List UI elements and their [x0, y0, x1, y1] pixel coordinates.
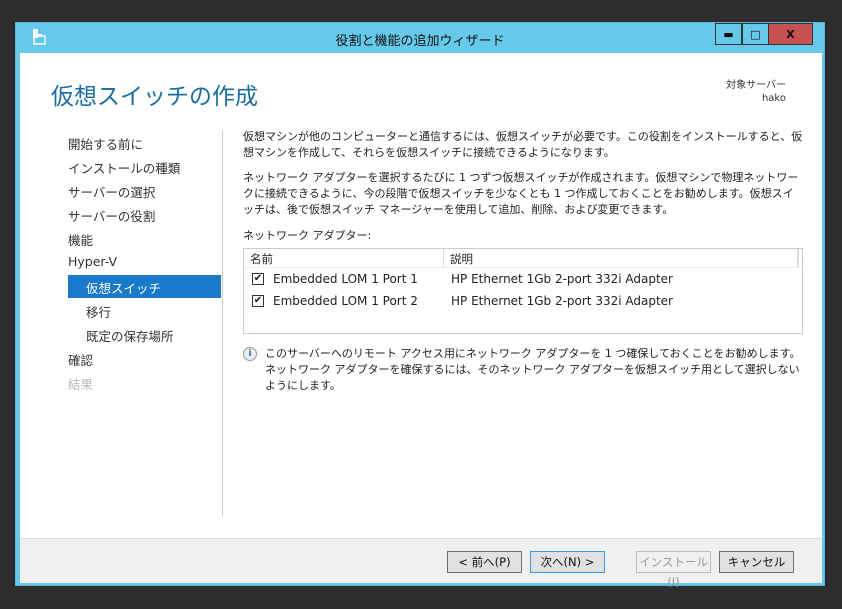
title-bar[interactable]: 役割と機能の追加ウィザード ▬ □ X — [16, 23, 824, 53]
nav-item-before-you-begin[interactable]: 開始する前に — [68, 131, 221, 154]
adapter-checkbox[interactable]: ✔ — [252, 273, 264, 285]
install-button: インストール(I) — [636, 551, 711, 589]
target-server-label: 対象サーバー — [726, 80, 786, 91]
intro-paragraph: 仮想マシンが他のコンピューターと通信するには、仮想スイッチが必要です。この役割を… — [243, 130, 803, 159]
wizard-window: 役割と機能の追加ウィザード ▬ □ X 仮想スイッチの作成 対象サーバー hak… — [15, 22, 825, 589]
column-header-name[interactable]: 名前 — [244, 249, 444, 267]
nav-item-confirmation[interactable]: 確認 — [68, 347, 221, 370]
table-header: 名前 説明 — [244, 249, 802, 268]
wizard-footer: < 前へ(P) 次へ(N) > インストール(I) キャンセル — [20, 538, 822, 589]
info-text: このサーバーへのリモート アクセス用にネットワーク アダプターを 1 つ確保して… — [265, 347, 801, 392]
nav-item-hyper-v[interactable]: Hyper-V — [68, 251, 221, 274]
nav-item-features[interactable]: 機能 — [68, 227, 221, 250]
switch-paragraph: ネットワーク アダプターを選択するたびに 1 つずつ仮想スイッチが作成されます。… — [243, 171, 799, 216]
target-server-name: hako — [761, 93, 786, 104]
nav-divider — [222, 131, 223, 516]
minimize-button[interactable]: ▬ — [715, 23, 742, 45]
adapter-checkbox[interactable]: ✔ — [252, 295, 264, 307]
close-button[interactable]: X — [769, 23, 813, 45]
next-button[interactable]: 次へ(N) > — [530, 551, 605, 573]
nav-item-installation-type[interactable]: インストールの種類 — [68, 155, 221, 178]
adapter-name: Embedded LOM 1 Port 1 — [273, 272, 418, 286]
window-title: 役割と機能の追加ウィザード — [335, 34, 505, 49]
maximize-button[interactable]: □ — [742, 23, 769, 45]
table-row[interactable]: ✔ Embedded LOM 1 Port 2 HP Ethernet 1Gb 2… — [244, 290, 802, 312]
nav-item-server-selection[interactable]: サーバーの選択 — [68, 179, 221, 202]
nav-item-migration[interactable]: 移行 — [68, 299, 221, 322]
nav-item-server-roles[interactable]: サーバーの役割 — [68, 203, 221, 226]
adapter-name: Embedded LOM 1 Port 2 — [273, 294, 418, 308]
info-note: i このサーバーへのリモート アクセス用にネットワーク アダプターを 1 つ確保… — [243, 346, 803, 394]
adapters-table: 名前 説明 ✔ Embedded LOM 1 Port 1 HP Ethernet… — [243, 248, 803, 334]
previous-button[interactable]: < 前へ(P) — [447, 551, 522, 573]
target-server: 対象サーバー hako — [726, 79, 786, 105]
table-row[interactable]: ✔ Embedded LOM 1 Port 1 HP Ethernet 1Gb 2… — [244, 268, 802, 290]
nav-item-virtual-switches[interactable]: 仮想スイッチ — [68, 275, 221, 298]
nav-item-default-stores[interactable]: 既定の保存場所 — [68, 323, 221, 346]
page-title: 仮想スイッチの作成 — [51, 84, 258, 110]
adapter-description: HP Ethernet 1Gb 2-port 332i Adapter — [451, 294, 673, 308]
column-header-description[interactable]: 説明 — [444, 249, 799, 267]
adapter-description: HP Ethernet 1Gb 2-port 332i Adapter — [451, 272, 673, 286]
main-panel: 仮想マシンが他のコンピューターと通信するには、仮想スイッチが必要です。この役割を… — [243, 129, 803, 394]
nav-item-results: 結果 — [68, 377, 94, 392]
info-icon: i — [243, 347, 257, 361]
cancel-button[interactable]: キャンセル — [719, 551, 794, 573]
adapters-label: ネットワーク アダプター: — [243, 229, 372, 242]
wizard-content: 仮想スイッチの作成 対象サーバー hako 開始する前に インストールの種類 サ… — [20, 53, 822, 538]
